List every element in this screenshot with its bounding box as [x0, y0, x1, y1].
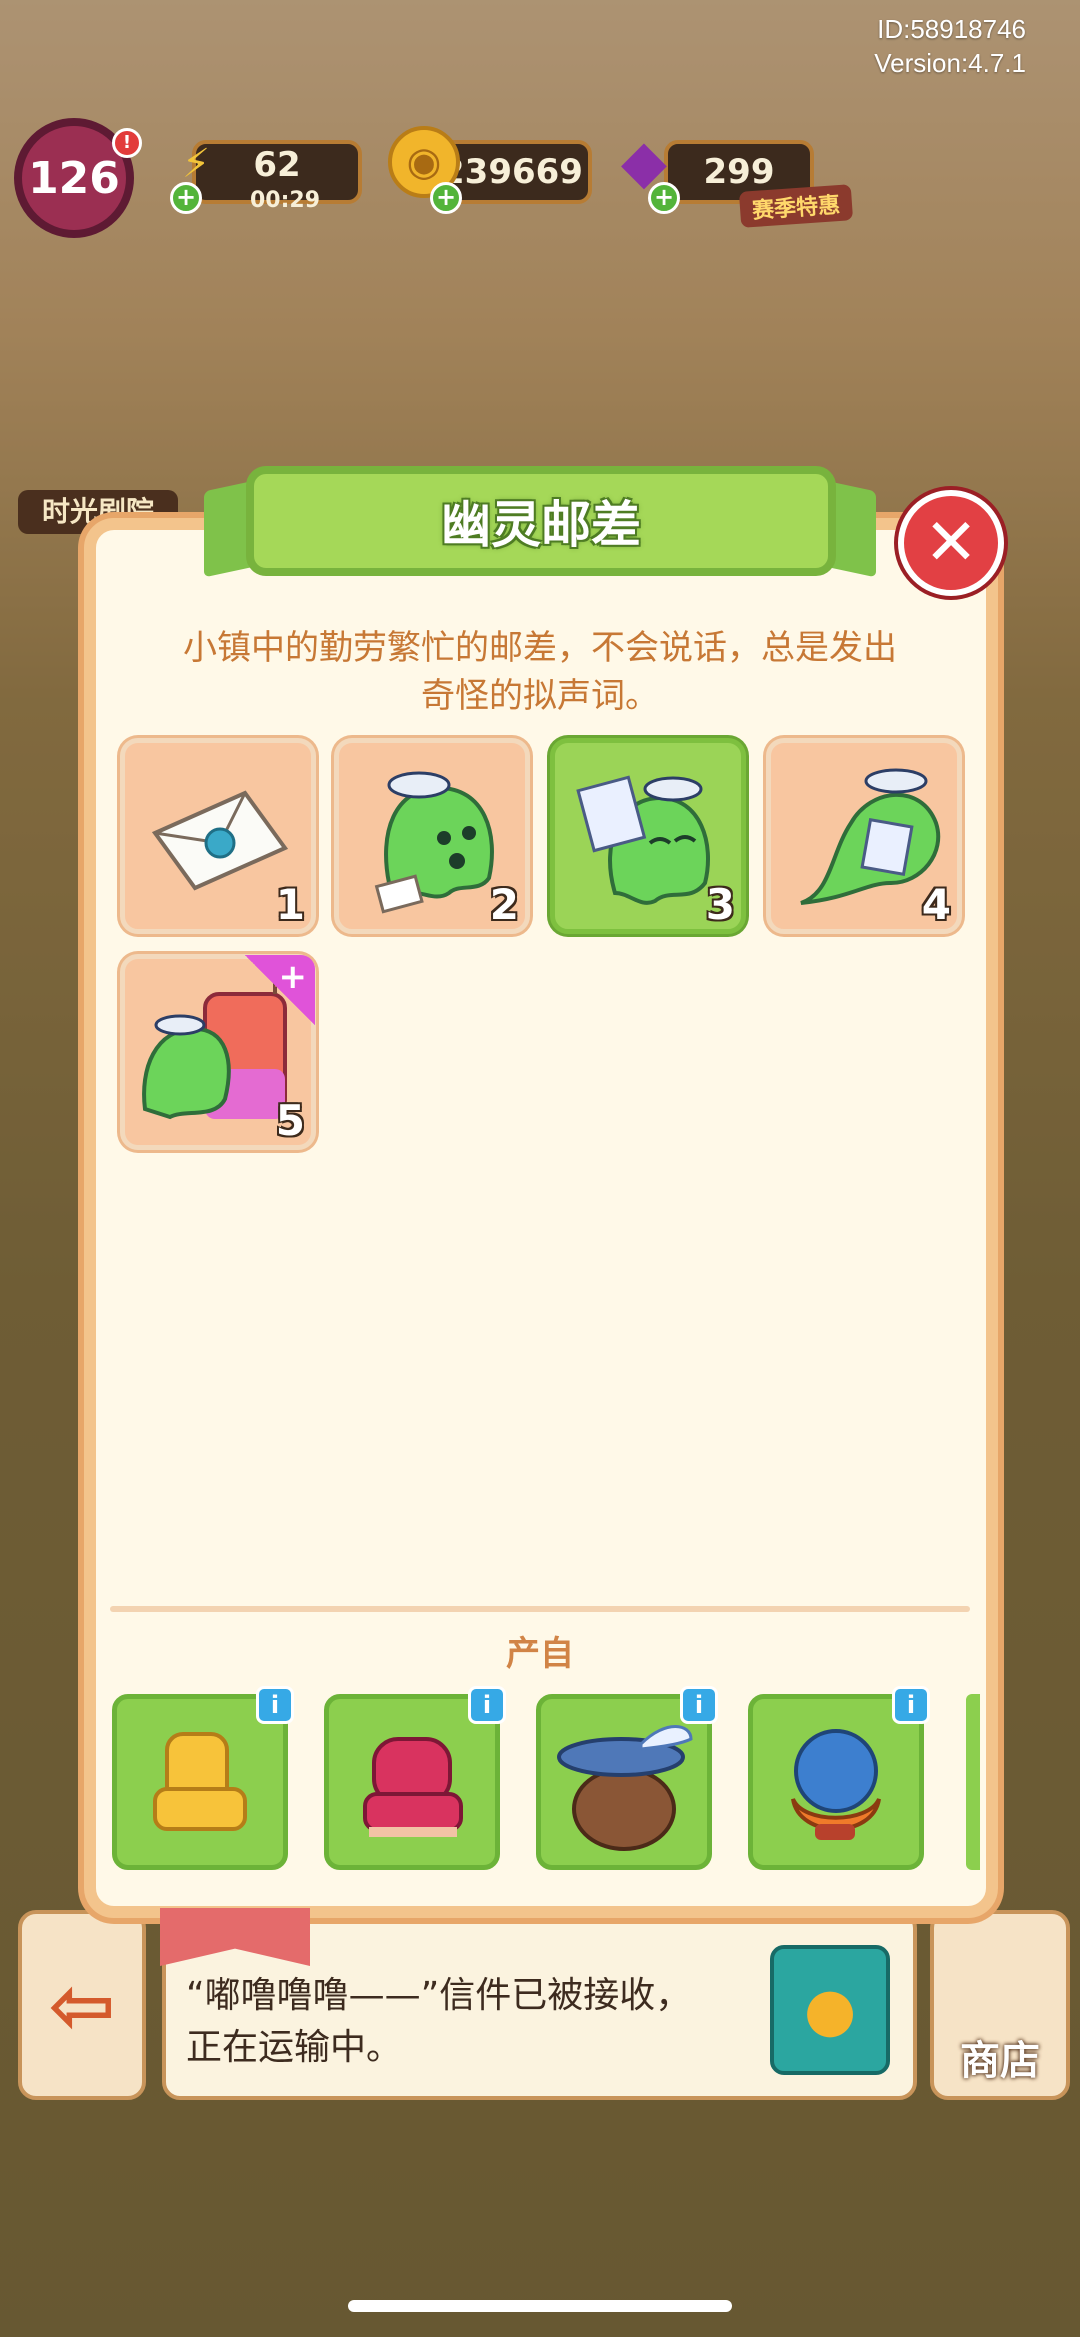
stage-tile-4[interactable]: 4: [766, 738, 962, 934]
plus-icon: +: [278, 957, 308, 997]
description-line-2: 奇怪的拟声词。: [421, 676, 659, 716]
info-icon: i: [694, 1691, 704, 1719]
home-indicator[interactable]: [348, 2300, 732, 2312]
info-button[interactable]: i: [468, 1686, 506, 1724]
feather-hat-wig-icon: [557, 1725, 693, 1851]
close-button[interactable]: ✕: [898, 490, 1004, 596]
item-description: 小镇中的勤劳繁忙的邮差，不会说话，总是发出 奇怪的拟声词。: [130, 624, 950, 720]
build-info: ID:58918746 Version:4.7.1: [874, 12, 1026, 80]
gem-value: 299: [703, 152, 775, 192]
lollipop-button[interactable]: ●: [770, 1945, 890, 2075]
exit-button[interactable]: ⇦: [18, 1910, 146, 2100]
info-button[interactable]: i: [892, 1686, 930, 1724]
stage-tile-2[interactable]: 2: [334, 738, 530, 934]
stage-number: 4: [921, 880, 951, 929]
level-value: 126: [28, 152, 120, 204]
red-armchair-icon: [363, 1737, 463, 1837]
stage-number: 5: [275, 1096, 305, 1145]
section-divider: [110, 1606, 970, 1612]
shop-label: 商店: [960, 2038, 1040, 2084]
stage-number: 1: [275, 880, 305, 929]
message-line-2: 正在运输中。: [186, 2027, 403, 2068]
energy-value: 62: [253, 145, 301, 185]
source-tile-partial[interactable]: [966, 1694, 980, 1870]
source-label: 产自: [506, 1634, 574, 1674]
message-text: “嘟噜噜噜——”信件已被接收， 正在运输中。: [186, 1970, 746, 2074]
info-icon: i: [270, 1691, 280, 1719]
add-coins-button[interactable]: +: [430, 182, 462, 214]
dialog-title: 幽灵邮差: [246, 466, 836, 576]
upgrade-badge: +: [245, 955, 315, 1025]
blue-hat-hair-icon: [791, 1729, 881, 1840]
stage-tile-1[interactable]: 1: [120, 738, 316, 934]
player-id: ID:58918746: [877, 14, 1026, 44]
version-label: Version:4.7.1: [874, 48, 1026, 78]
stage-number: 3: [705, 880, 735, 929]
info-button[interactable]: i: [680, 1686, 718, 1724]
add-energy-button[interactable]: +: [170, 182, 202, 214]
stage-tile-3[interactable]: 3: [550, 738, 746, 934]
yellow-chair-icon: [153, 1732, 247, 1831]
stage-number: 2: [489, 880, 519, 929]
message-line-1: “嘟噜噜噜——”信件已被接收，: [186, 1975, 692, 2016]
energy-timer: 00:29: [250, 188, 321, 213]
description-line-1: 小镇中的勤劳繁忙的邮差，不会说话，总是发出: [183, 628, 897, 668]
info-icon: i: [906, 1691, 916, 1719]
stage-tile-5[interactable]: + 5: [120, 954, 316, 1150]
coin-value: 239669: [441, 152, 583, 192]
close-icon: ✕: [924, 506, 978, 580]
exit-icon: ⇦: [48, 1958, 116, 2052]
lollipop-icon: ●: [803, 1975, 857, 2045]
notification-dot: !: [112, 128, 142, 158]
info-icon: i: [482, 1691, 492, 1719]
add-gems-button[interactable]: +: [648, 182, 680, 214]
info-button[interactable]: i: [256, 1686, 294, 1724]
